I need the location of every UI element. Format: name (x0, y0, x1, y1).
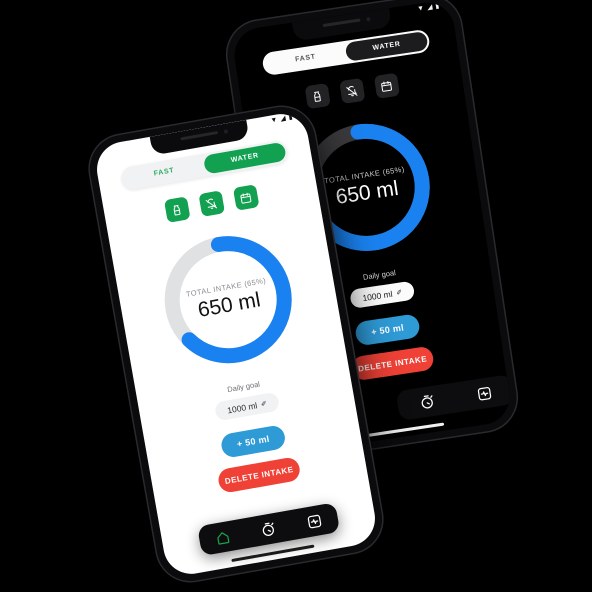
water-bottle-icon (310, 89, 324, 103)
wifi-icon: ▼ (270, 116, 279, 125)
daily-goal-field[interactable]: 1000 ml ✐ (213, 391, 281, 422)
water-bottle-icon-button[interactable] (163, 196, 191, 224)
delete-intake-button[interactable]: DELETE INTAKE (216, 456, 302, 494)
daily-goal-value: 1000 ml (226, 399, 258, 415)
battery-icon: ▮ (434, 2, 440, 11)
calendar-icon (239, 191, 253, 205)
signal-icon: ◢ (426, 3, 433, 12)
signal-icon: ◢ (279, 114, 287, 123)
add-intake-button[interactable]: + 50 ml (354, 313, 421, 347)
speaker-slot-dark (322, 18, 361, 28)
front-camera-dark (366, 16, 371, 22)
tab-water[interactable]: WATER (344, 30, 429, 62)
quick-action-row-light (163, 184, 260, 224)
daily-goal-label: Daily goal (226, 379, 261, 395)
mode-tabs-dark: FAST WATER (261, 28, 431, 77)
daily-goal-field[interactable]: 1000 ml ✐ (349, 280, 416, 309)
delete-intake-button[interactable]: DELETE INTAKE (350, 345, 435, 382)
wifi-icon: ▼ (416, 4, 425, 13)
pencil-icon: ✐ (395, 288, 403, 297)
nav-timer-icon[interactable] (417, 393, 435, 411)
calendar-icon-button[interactable] (232, 184, 260, 211)
nav-timer-icon[interactable] (259, 520, 278, 539)
tab-water[interactable]: WATER (202, 141, 287, 175)
intake-progress-ring-light: TOTAL INTAKE (65%) 650 ml (147, 219, 309, 381)
bell-off-icon (345, 84, 359, 98)
mockup-stage: ▼ ◢ ▮ FAST WATER TOTAL INTAKE (65%) 650 … (0, 0, 592, 592)
bell-off-icon-button[interactable] (197, 190, 225, 217)
quick-action-row-dark (304, 72, 400, 110)
daily-goal-label: Daily goal (362, 268, 397, 282)
water-bottle-icon (170, 203, 184, 217)
water-bottle-icon-button[interactable] (304, 83, 331, 110)
mode-tabs-light: FAST WATER (119, 139, 290, 192)
ring-text-light: TOTAL INTAKE (65%) 650 ml (147, 219, 309, 381)
front-camera-light (223, 129, 229, 134)
daily-goal-value: 1000 ml (361, 288, 394, 303)
bell-off-icon-button[interactable] (338, 77, 365, 105)
tab-fast[interactable]: FAST (122, 156, 206, 189)
nav-activity-icon[interactable] (475, 384, 493, 402)
speaker-slot-light (180, 130, 219, 141)
nav-home-icon[interactable] (213, 528, 232, 547)
calendar-icon (380, 79, 394, 93)
nav-activity-icon[interactable] (305, 512, 324, 531)
bell-off-icon (204, 197, 218, 211)
pencil-icon: ✐ (260, 400, 268, 409)
calendar-icon-button[interactable] (373, 72, 400, 99)
tab-fast[interactable]: FAST (264, 43, 348, 74)
add-intake-button[interactable]: + 50 ml (219, 424, 287, 459)
